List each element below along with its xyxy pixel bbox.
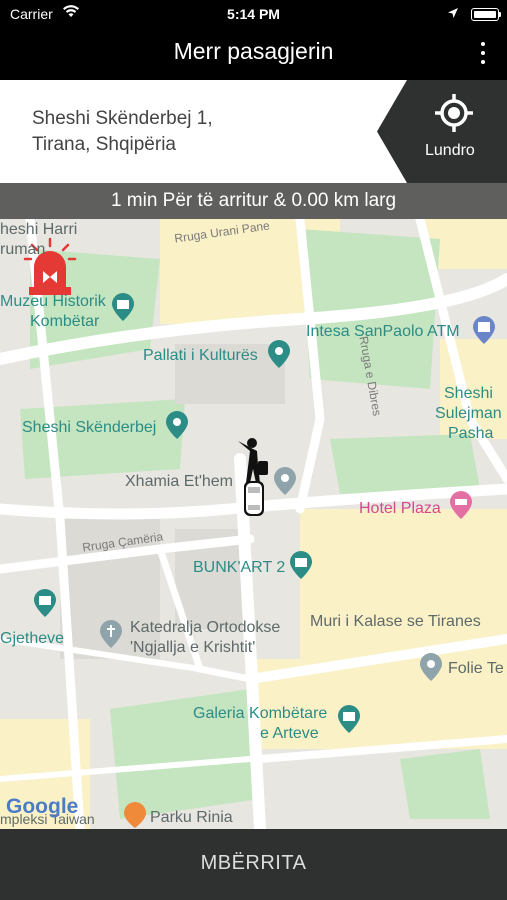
navigate-label: Lundro (425, 142, 475, 159)
poi-label: Gjetheve (0, 630, 65, 647)
galeria-pin-icon[interactable] (337, 705, 361, 738)
poi-label: Parku Rinia (150, 809, 233, 826)
pallati-pin-icon[interactable] (267, 340, 291, 373)
clock: 5:14 PM (227, 6, 280, 22)
museum-pin-icon[interactable] (111, 293, 135, 326)
arrived-button[interactable]: MBËRRITA (0, 829, 507, 900)
pickup-address: Sheshi Skënderbej 1, Tirana, Shqipëria (32, 106, 362, 158)
poi-label: Sheshi (444, 385, 493, 402)
address-panel: Sheshi Skënderbej 1, Tirana, Shqipëria L… (0, 80, 507, 183)
poi-label: 'Ngjallja e Krishtit' (130, 639, 256, 656)
sheshi-pin-icon[interactable] (165, 411, 189, 444)
folie-pin-icon[interactable] (419, 653, 443, 686)
nav-bar: Merr pasagjerin (0, 28, 507, 80)
address-line-2: Tirana, Shqipëria (32, 134, 176, 155)
page-title: Merr pasagjerin (173, 38, 334, 64)
poi-label: Katedralja Ortodokse (130, 619, 281, 636)
car-icon[interactable] (242, 481, 266, 522)
poi-label: heshi Harri (0, 221, 78, 238)
crosshair-icon (433, 92, 475, 139)
poi-label: e Arteve (260, 725, 319, 742)
location-arrow-icon (447, 6, 459, 22)
battery-icon (471, 8, 501, 21)
poi-label: Pallati i Kulturës (143, 347, 258, 364)
poi-label: Xhamia Et'hem (125, 473, 233, 490)
hotel-pin-icon[interactable] (449, 491, 473, 524)
mosque-pin-icon[interactable] (273, 467, 297, 500)
eta-banner: 1 min Për të arritur & 0.00 km larg (0, 183, 507, 219)
poi-label: Sheshi Skënderbej (22, 419, 157, 436)
church-pin-icon[interactable] (99, 620, 123, 653)
poi-label: BUNK'ART 2 (193, 559, 286, 576)
google-logo: Google (6, 795, 79, 818)
map-view[interactable]: heshi Harri ruman Muzeu Historik Kombëta… (0, 218, 507, 829)
address-line-1: Sheshi Skënderbej 1, (32, 108, 213, 129)
poi-label: Pasha (448, 425, 494, 442)
bunkart-pin-icon[interactable] (289, 551, 313, 584)
status-bar: Carrier 5:14 PM (0, 0, 507, 28)
navigate-button[interactable]: Lundro (377, 80, 507, 183)
poi-label: Galeria Kombëtare (193, 705, 328, 722)
gjetheve-pin-icon[interactable] (33, 589, 57, 622)
poi-label: Sulejman (435, 405, 502, 422)
poi-label: Intesa SanPaolo ATM (306, 323, 460, 340)
more-options-button[interactable] (479, 42, 487, 68)
poi-label: Folie Te (448, 660, 504, 677)
poi-label: Hotel Plaza (359, 500, 441, 517)
poi-label: Kombëtar (30, 313, 100, 330)
poi-label: Muzeu Historik (0, 293, 106, 310)
atm-pin-icon[interactable] (472, 316, 496, 349)
poi-label: ruman (0, 241, 46, 258)
poi-label: Muri i Kalase se Tiranes (310, 613, 481, 630)
